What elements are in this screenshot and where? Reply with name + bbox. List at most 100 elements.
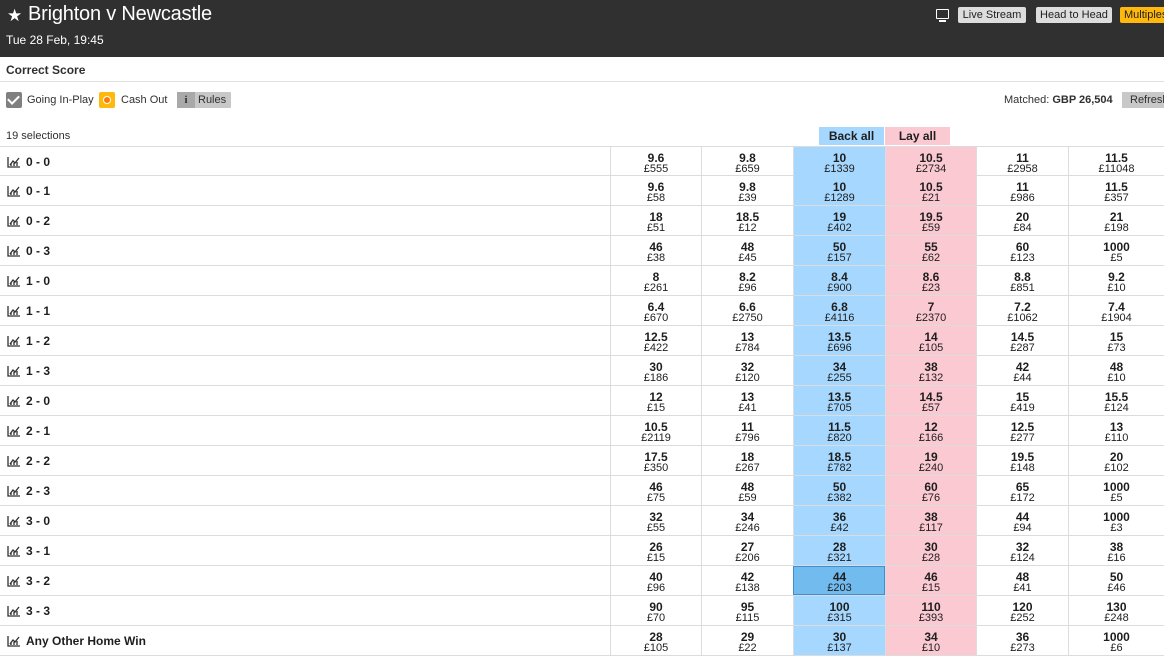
- chart-icon[interactable]: [7, 485, 21, 497]
- lay-price-cell[interactable]: 130 £248: [1068, 596, 1164, 625]
- back-price-cell[interactable]: 9.8 £659: [701, 147, 793, 176]
- back-price-cell[interactable]: 18.5 £12: [701, 206, 793, 235]
- refresh-button[interactable]: Refresh: [1122, 92, 1164, 108]
- back-price-cell[interactable]: 32 £120: [701, 356, 793, 385]
- chart-icon[interactable]: [7, 635, 21, 647]
- back-price-cell[interactable]: 18 £51: [610, 206, 701, 235]
- back-price-cell[interactable]: 44 £203: [793, 566, 885, 595]
- lay-price-cell[interactable]: 38 £117: [885, 506, 976, 535]
- back-price-cell[interactable]: 17.5 £350: [610, 446, 701, 475]
- favourite-star-icon[interactable]: ★: [7, 6, 22, 26]
- lay-price-cell[interactable]: 34 £10: [885, 626, 976, 655]
- back-price-cell[interactable]: 30 £137: [793, 626, 885, 655]
- back-price-cell[interactable]: 10 £1339: [793, 147, 885, 176]
- back-price-cell[interactable]: 48 £59: [701, 476, 793, 505]
- lay-price-cell[interactable]: 8.6 £23: [885, 266, 976, 295]
- back-price-cell[interactable]: 50 £157: [793, 236, 885, 265]
- lay-price-cell[interactable]: 60 £123: [976, 236, 1068, 265]
- lay-price-cell[interactable]: 12.5 £277: [976, 416, 1068, 445]
- back-price-cell[interactable]: 40 £96: [610, 566, 701, 595]
- lay-price-cell[interactable]: 7.4 £1904: [1068, 296, 1164, 325]
- back-price-cell[interactable]: 6.6 £2750: [701, 296, 793, 325]
- back-price-cell[interactable]: 18.5 £782: [793, 446, 885, 475]
- chart-icon[interactable]: [7, 245, 21, 257]
- chart-icon[interactable]: [7, 395, 21, 407]
- back-price-cell[interactable]: 32 £55: [610, 506, 701, 535]
- lay-price-cell[interactable]: 44 £94: [976, 506, 1068, 535]
- back-price-cell[interactable]: 28 £105: [610, 626, 701, 655]
- back-price-cell[interactable]: 46 £75: [610, 476, 701, 505]
- lay-price-cell[interactable]: 120 £252: [976, 596, 1068, 625]
- chart-icon[interactable]: [7, 515, 21, 527]
- lay-price-cell[interactable]: 46 £15: [885, 566, 976, 595]
- chart-icon[interactable]: [7, 425, 21, 437]
- back-price-cell[interactable]: 46 £38: [610, 236, 701, 265]
- lay-price-cell[interactable]: 1000 £6: [1068, 626, 1164, 655]
- lay-price-cell[interactable]: 20 £84: [976, 206, 1068, 235]
- back-price-cell[interactable]: 95 £115: [701, 596, 793, 625]
- multiples-button[interactable]: Multiples: [1120, 7, 1164, 23]
- lay-price-cell[interactable]: 60 £76: [885, 476, 976, 505]
- chart-icon[interactable]: [7, 305, 21, 317]
- chart-icon[interactable]: [7, 365, 21, 377]
- lay-price-cell[interactable]: 11 £986: [976, 176, 1068, 205]
- lay-price-cell[interactable]: 30 £28: [885, 536, 976, 565]
- back-price-cell[interactable]: 19 £402: [793, 206, 885, 235]
- back-price-cell[interactable]: 9.8 £39: [701, 176, 793, 205]
- chart-icon[interactable]: [7, 156, 21, 168]
- chart-icon[interactable]: [7, 335, 21, 347]
- lay-price-cell[interactable]: 15 £73: [1068, 326, 1164, 355]
- back-price-cell[interactable]: 13.5 £696: [793, 326, 885, 355]
- lay-price-cell[interactable]: 36 £273: [976, 626, 1068, 655]
- back-price-cell[interactable]: 28 £321: [793, 536, 885, 565]
- lay-price-cell[interactable]: 11 £2958: [976, 147, 1068, 176]
- back-price-cell[interactable]: 9.6 £555: [610, 147, 701, 176]
- lay-price-cell[interactable]: 14.5 £57: [885, 386, 976, 415]
- back-price-cell[interactable]: 26 £15: [610, 536, 701, 565]
- lay-price-cell[interactable]: 11.5 £11048: [1068, 147, 1164, 176]
- back-price-cell[interactable]: 12.5 £422: [610, 326, 701, 355]
- chart-icon[interactable]: [7, 185, 21, 197]
- back-price-cell[interactable]: 27 £206: [701, 536, 793, 565]
- back-price-cell[interactable]: 6.4 £670: [610, 296, 701, 325]
- head-to-head-button[interactable]: Head to Head: [1036, 7, 1112, 23]
- back-price-cell[interactable]: 8 £261: [610, 266, 701, 295]
- back-price-cell[interactable]: 10 £1289: [793, 176, 885, 205]
- chart-icon[interactable]: [7, 455, 21, 467]
- lay-price-cell[interactable]: 42 £44: [976, 356, 1068, 385]
- chart-icon[interactable]: [7, 215, 21, 227]
- back-price-cell[interactable]: 34 £255: [793, 356, 885, 385]
- lay-price-cell[interactable]: 55 £62: [885, 236, 976, 265]
- lay-price-cell[interactable]: 38 £16: [1068, 536, 1164, 565]
- back-price-cell[interactable]: 100 £315: [793, 596, 885, 625]
- lay-price-cell[interactable]: 65 £172: [976, 476, 1068, 505]
- rules-button[interactable]: i Rules: [177, 92, 231, 108]
- back-price-cell[interactable]: 11 £796: [701, 416, 793, 445]
- lay-price-cell[interactable]: 20 £102: [1068, 446, 1164, 475]
- chart-icon[interactable]: [7, 575, 21, 587]
- lay-price-cell[interactable]: 32 £124: [976, 536, 1068, 565]
- lay-price-cell[interactable]: 15.5 £124: [1068, 386, 1164, 415]
- back-price-cell[interactable]: 13 £784: [701, 326, 793, 355]
- lay-price-cell[interactable]: 1000 £3: [1068, 506, 1164, 535]
- back-price-cell[interactable]: 9.6 £58: [610, 176, 701, 205]
- back-price-cell[interactable]: 10.5 £2119: [610, 416, 701, 445]
- lay-price-cell[interactable]: 19.5 £59: [885, 206, 976, 235]
- back-price-cell[interactable]: 36 £42: [793, 506, 885, 535]
- lay-price-cell[interactable]: 48 £10: [1068, 356, 1164, 385]
- chart-icon[interactable]: [7, 605, 21, 617]
- back-price-cell[interactable]: 6.8 £4116: [793, 296, 885, 325]
- lay-price-cell[interactable]: 48 £41: [976, 566, 1068, 595]
- back-price-cell[interactable]: 48 £45: [701, 236, 793, 265]
- lay-price-cell[interactable]: 19 £240: [885, 446, 976, 475]
- back-price-cell[interactable]: 13.5 £705: [793, 386, 885, 415]
- back-price-cell[interactable]: 50 £382: [793, 476, 885, 505]
- back-price-cell[interactable]: 12 £15: [610, 386, 701, 415]
- back-price-cell[interactable]: 11.5 £820: [793, 416, 885, 445]
- lay-price-cell[interactable]: 110 £393: [885, 596, 976, 625]
- chart-icon[interactable]: [7, 545, 21, 557]
- lay-price-cell[interactable]: 8.8 £851: [976, 266, 1068, 295]
- back-price-cell[interactable]: 29 £22: [701, 626, 793, 655]
- lay-price-cell[interactable]: 21 £198: [1068, 206, 1164, 235]
- back-price-cell[interactable]: 18 £267: [701, 446, 793, 475]
